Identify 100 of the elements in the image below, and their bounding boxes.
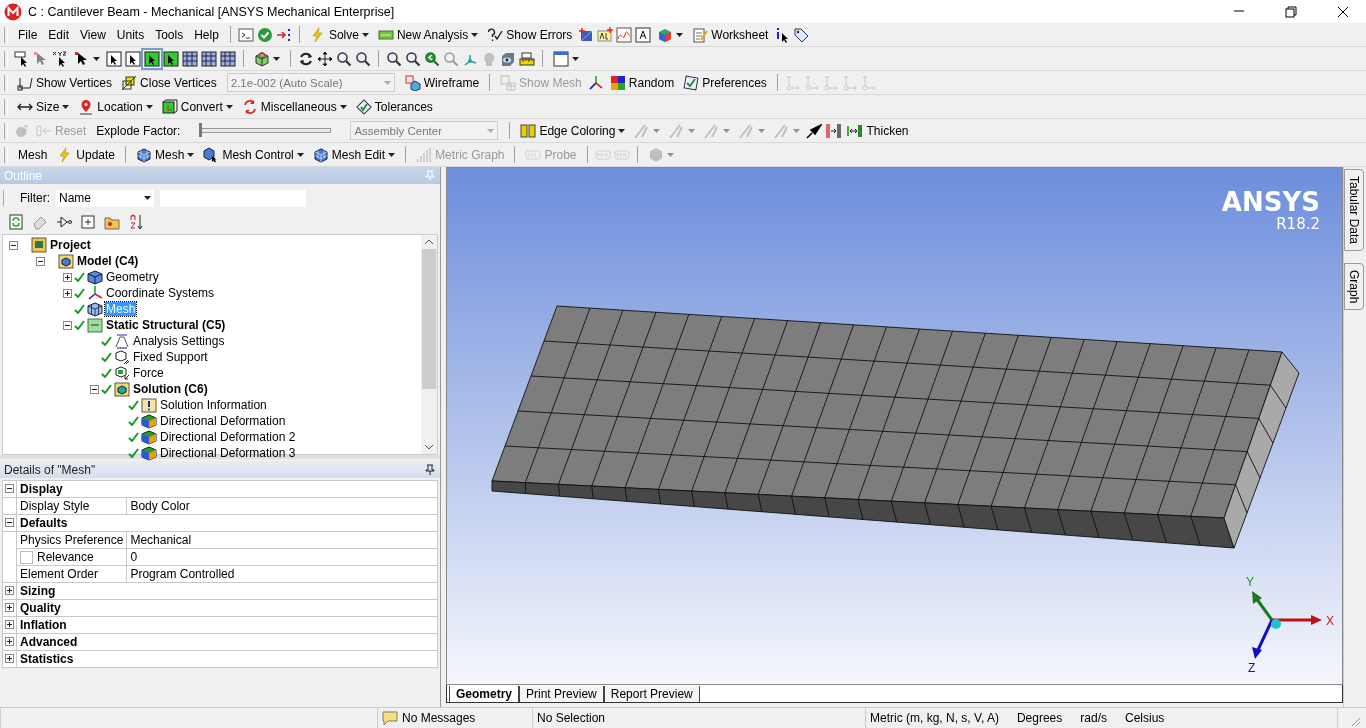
scroll-bar[interactable] bbox=[421, 235, 437, 454]
scroll-up-icon[interactable] bbox=[424, 239, 434, 245]
toolbar-button[interactable]: Worksheet bbox=[689, 25, 772, 44]
beam-mesh-drawing[interactable] bbox=[491, 305, 1300, 549]
collapse-icon[interactable] bbox=[63, 320, 72, 330]
toolbar-button[interactable]: Wireframe bbox=[401, 73, 483, 92]
arrow-dots-icon[interactable] bbox=[275, 26, 292, 43]
toolbar-button[interactable]: Size bbox=[14, 97, 73, 116]
side-tab[interactable]: Tabular Data bbox=[1344, 169, 1364, 252]
zoom-icon[interactable] bbox=[336, 50, 352, 67]
slider-thumb[interactable] bbox=[199, 123, 203, 137]
graphics-viewport[interactable]: ANSYS R18.2 X Y Z bbox=[446, 167, 1343, 685]
toolbar-button[interactable]: Location bbox=[75, 97, 156, 116]
toolbar-button[interactable]: Tolerances bbox=[352, 97, 436, 116]
toolbar-button[interactable]: Preferences bbox=[680, 73, 770, 92]
tree-item[interactable]: Project bbox=[49, 238, 92, 252]
collapse-icon[interactable] bbox=[36, 256, 45, 266]
zoom-arrow-icon[interactable] bbox=[424, 50, 440, 67]
tree-item[interactable]: Force bbox=[132, 366, 165, 380]
label-cursor-icon[interactable] bbox=[14, 50, 30, 67]
sort-icon[interactable] bbox=[128, 214, 144, 230]
view-tab[interactable]: Print Preview bbox=[519, 686, 604, 702]
toolbar-button[interactable]: Mesh Control bbox=[200, 145, 307, 164]
menu-item[interactable]: File bbox=[14, 25, 42, 44]
zoom-icon[interactable] bbox=[355, 50, 371, 67]
tree-item[interactable]: Solution Information bbox=[159, 398, 268, 412]
toolbar-button[interactable]: Show Errors bbox=[484, 25, 576, 44]
expand-icon[interactable] bbox=[5, 637, 14, 646]
tag-icon[interactable] bbox=[793, 26, 810, 43]
mesh-box-icon[interactable] bbox=[220, 50, 236, 67]
tree-item[interactable]: Coordinate Systems bbox=[105, 286, 216, 300]
rotate-icon[interactable] bbox=[298, 50, 314, 67]
eye-box-icon[interactable] bbox=[500, 50, 516, 67]
expand-all-icon[interactable] bbox=[80, 214, 96, 230]
toolbar-button[interactable]: Miscellaneous bbox=[238, 97, 350, 116]
toolbar-button[interactable]: Convert bbox=[158, 97, 236, 116]
toolbar-button[interactable]: Show Vertices bbox=[14, 73, 116, 92]
expand-icon[interactable] bbox=[5, 654, 14, 663]
expand-icon[interactable] bbox=[63, 272, 72, 282]
pan-icon[interactable] bbox=[317, 50, 333, 67]
text-frame-icon[interactable] bbox=[635, 26, 652, 43]
tree-item[interactable]: Directional Deformation 2 bbox=[159, 430, 297, 444]
filled-box-cursor-icon[interactable] bbox=[144, 50, 160, 67]
toolbar-button[interactable]: Solve bbox=[306, 25, 372, 44]
graph-icon[interactable] bbox=[616, 26, 633, 43]
mesh-box-icon[interactable] bbox=[201, 50, 217, 67]
folder-icon[interactable] bbox=[104, 214, 120, 230]
expand-icon[interactable] bbox=[5, 603, 14, 612]
tree-node-icon[interactable] bbox=[56, 214, 72, 230]
menu-item[interactable]: Units bbox=[112, 25, 149, 44]
toolbar-button[interactable]: New Analysis bbox=[374, 25, 482, 44]
toolbar-button[interactable]: Mesh Edit bbox=[309, 145, 399, 164]
tree-item[interactable]: Analysis Settings bbox=[132, 334, 226, 348]
scroll-down-icon[interactable] bbox=[424, 444, 434, 450]
tree-item[interactable]: Model (C4) bbox=[76, 254, 140, 268]
tree-item[interactable]: Static Structural (C5) bbox=[105, 318, 227, 332]
menu-item[interactable]: Edit bbox=[44, 25, 74, 44]
tree-item[interactable]: Fixed Support bbox=[132, 350, 209, 364]
label-icon[interactable] bbox=[597, 26, 614, 43]
pin-icon[interactable] bbox=[424, 463, 436, 476]
filled-box-cursor-icon[interactable] bbox=[163, 50, 179, 67]
view-tab[interactable]: Report Preview bbox=[603, 686, 700, 702]
expand-icon[interactable] bbox=[5, 620, 14, 629]
checkbox[interactable] bbox=[20, 551, 33, 565]
expand-icon[interactable] bbox=[63, 288, 72, 298]
zoom-icon[interactable] bbox=[405, 50, 421, 67]
filter-dropdown[interactable]: Name bbox=[56, 189, 154, 207]
menu-item[interactable]: View bbox=[76, 25, 110, 44]
toolbar-button[interactable]: Random bbox=[606, 73, 678, 92]
xyz-cursor-icon[interactable] bbox=[52, 50, 68, 67]
maximize-button[interactable] bbox=[1285, 5, 1297, 18]
toolbar-button[interactable]: Close Vertices bbox=[118, 73, 220, 92]
tree-item[interactable]: Directional Deformation bbox=[159, 414, 287, 428]
view-tab[interactable]: Geometry bbox=[449, 686, 520, 702]
toolbar-button[interactable]: Update bbox=[54, 145, 119, 164]
close-button[interactable] bbox=[1337, 5, 1349, 18]
tree-item[interactable]: Geometry bbox=[105, 270, 160, 284]
box-cursor-icon[interactable] bbox=[125, 50, 141, 67]
collapse-icon[interactable] bbox=[90, 384, 99, 394]
split-line-icon[interactable] bbox=[825, 122, 842, 139]
tree-item[interactable]: Directional Deformation 3 bbox=[159, 446, 297, 460]
collapse-icon[interactable] bbox=[9, 240, 18, 250]
box-cursor-icon[interactable] bbox=[106, 50, 122, 67]
zoom-icon[interactable] bbox=[386, 50, 402, 67]
ruler-icon[interactable] bbox=[519, 50, 535, 67]
collapse-icon[interactable] bbox=[5, 518, 14, 527]
pushpin-icon[interactable] bbox=[806, 122, 823, 139]
toolbar-button[interactable]: Thicken bbox=[844, 121, 912, 140]
check-circle-icon[interactable] bbox=[256, 26, 273, 43]
collapse-icon[interactable] bbox=[5, 484, 14, 493]
refresh-icon[interactable] bbox=[8, 214, 24, 230]
dropdown-button[interactable] bbox=[550, 49, 582, 68]
menu-item[interactable]: Help bbox=[190, 25, 223, 44]
terminal-icon[interactable] bbox=[237, 26, 254, 43]
toolbar-button[interactable]: Mesh bbox=[133, 145, 198, 164]
menu-item[interactable]: Tools bbox=[151, 25, 188, 44]
triad-icon[interactable] bbox=[587, 74, 604, 91]
tree-item[interactable]: Solution (C6) bbox=[132, 382, 209, 396]
mesh-box-icon[interactable] bbox=[182, 50, 198, 67]
info-cursor-icon[interactable] bbox=[774, 26, 791, 43]
